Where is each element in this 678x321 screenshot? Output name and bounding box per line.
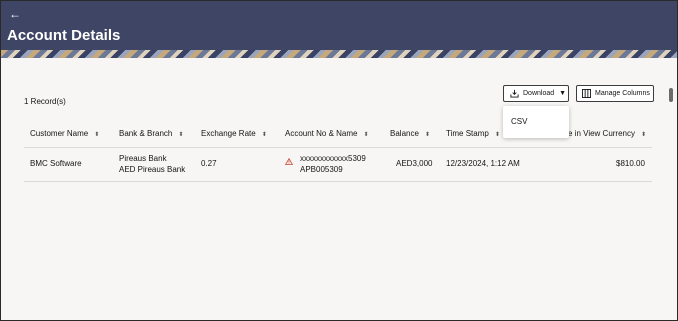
header-decorative-band [1,50,677,58]
page-title: Account Details [7,27,121,44]
back-arrow-icon[interactable]: ← [9,8,21,20]
cell-branch: AED Pireaus Bank [119,165,186,174]
download-menu-item-csv[interactable]: CSV [511,117,527,126]
scrollbar-thumb[interactable] [669,88,673,102]
cell-customer-name: BMC Software [30,159,82,168]
download-button-label: Download [523,90,555,97]
app-window: ← Account Details 1 Record(s) Download ▼… [0,0,678,321]
cell-time-stamp: 12/23/2024, 1:12 AM [446,159,520,168]
sort-icon: ⬍ [178,132,184,138]
main-content: 1 Record(s) Download ▼ Manage Columns CS… [1,58,677,320]
table-row[interactable]: BMC Software Pireaus Bank AED Pireaus Ba… [24,148,652,182]
download-icon [510,89,519,98]
column-label: Time Stamp [446,129,489,138]
cell-bank: Pireaus Bank [119,154,167,163]
column-header-balance[interactable]: Balance ⬍ [390,129,430,138]
sort-icon: ⬍ [363,132,369,138]
cell-exchange-rate: 0.27 [201,159,217,168]
column-label: Bank & Branch [119,129,173,138]
manage-columns-button-label: Manage Columns [595,90,650,97]
manage-columns-button[interactable]: Manage Columns [576,85,654,102]
column-label: Customer Name [30,129,89,138]
column-header-time-stamp[interactable]: Time Stamp ⬍ [446,129,500,138]
column-label: e in View Currency [568,129,635,138]
sort-icon: ⬍ [641,132,647,138]
cell-view-currency-balance: $810.00 [616,159,645,168]
column-header-exchange-rate[interactable]: Exchange Rate ⬍ [201,129,267,138]
columns-icon [582,89,591,98]
cell-balance: AED3,000 [396,159,433,168]
sort-icon: ⬍ [424,132,430,138]
record-count: 1 Record(s) [24,97,66,106]
cell-account-name: APB005309 [300,165,343,174]
cell-account-no: xxxxxxxxxxxx5309 [300,154,366,163]
download-button[interactable]: Download ▼ [503,85,569,102]
download-menu: CSV [503,106,569,138]
warning-icon [285,158,293,165]
sort-icon: ⬍ [261,132,267,138]
sort-icon: ⬍ [494,132,500,138]
column-label: Account No & Name [285,129,358,138]
column-label: Exchange Rate [201,129,256,138]
column-header-bank-branch[interactable]: Bank & Branch ⬍ [119,129,183,138]
sort-icon: ⬍ [94,132,100,138]
caret-down-icon: ▼ [559,90,567,97]
column-header-account-no-name[interactable]: Account No & Name ⬍ [285,129,369,138]
column-label: Balance [390,129,419,138]
column-header-view-currency[interactable]: e in View Currency ⬍ [568,129,646,138]
page-header: ← Account Details [1,1,677,50]
column-header-customer-name[interactable]: Customer Name ⬍ [30,129,99,138]
